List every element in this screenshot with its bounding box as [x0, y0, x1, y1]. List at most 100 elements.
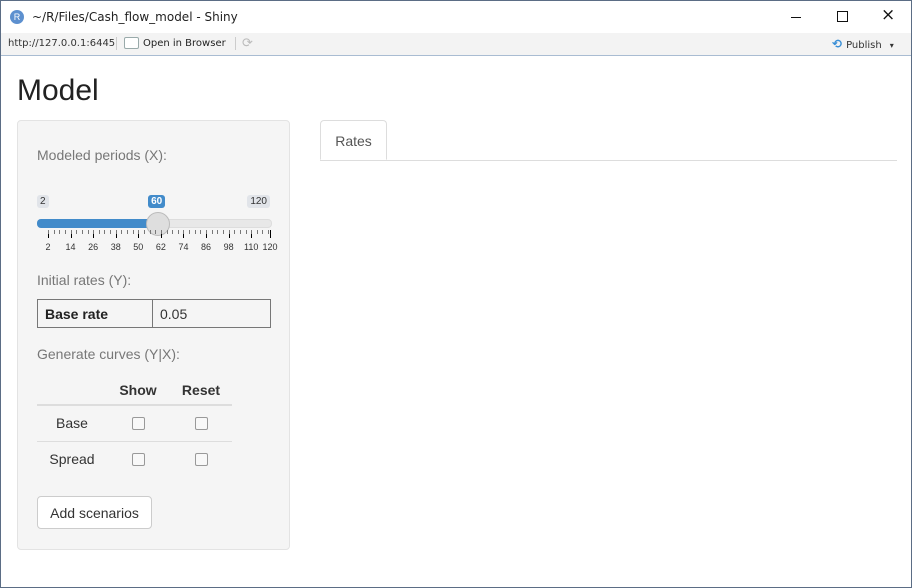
- slider-minor-tick: [239, 230, 241, 234]
- slider-minor-tick: [110, 230, 112, 234]
- spread-reset-checkbox[interactable]: [194, 453, 208, 466]
- slider-minor-tick: [206, 230, 208, 234]
- add-scenarios-button[interactable]: Add scenarios: [37, 496, 152, 529]
- slider-minor-tick: [64, 230, 66, 234]
- slider-minor-tick: [177, 230, 179, 234]
- chevron-down-icon[interactable]: ▾: [890, 41, 894, 50]
- slider-minor-tick: [222, 230, 224, 234]
- maximize-icon: [837, 11, 848, 22]
- slider-minor-tick: [245, 230, 247, 234]
- slider-minor-tick: [194, 230, 196, 234]
- slider-minor-tick: [155, 230, 157, 234]
- slider-minor-tick: [53, 230, 55, 234]
- table-row: Base: [37, 406, 232, 442]
- slider-minor-tick: [166, 230, 168, 234]
- close-icon: ×: [881, 5, 896, 25]
- row-label: Base: [56, 415, 88, 431]
- slider-minor-tick: [189, 230, 191, 234]
- slider-minor-tick: [70, 230, 72, 234]
- slider-minor-tick: [228, 230, 230, 234]
- slider-minor-tick: [256, 230, 258, 234]
- row-label: Spread: [49, 451, 95, 467]
- curves-table-header: Show Reset: [37, 374, 232, 406]
- base-reset-checkbox[interactable]: [194, 417, 208, 430]
- window-title: ~/R/Files/Cash_flow_model - Shiny: [32, 10, 238, 24]
- title-bar: R ~/R/Files/Cash_flow_model - Shiny ×: [1, 1, 911, 33]
- page-title: Model: [17, 74, 99, 107]
- browser-icon: [124, 37, 139, 49]
- slider-minor-tick: [48, 230, 49, 234]
- slider-minor-tick: [149, 230, 151, 234]
- sidebar-panel: Modeled periods (X): 2 60 120 2 14 26 38 50 6…: [17, 120, 290, 550]
- spread-show-checkbox[interactable]: [131, 453, 145, 466]
- toolbar-divider: [116, 37, 117, 50]
- slider-minor-tick: [143, 230, 145, 234]
- slider-tick-label: 14: [65, 242, 76, 252]
- slider-minor-tick: [262, 230, 264, 234]
- slider-minor-tick: [59, 230, 61, 234]
- close-button[interactable]: ×: [865, 1, 911, 33]
- rstudio-viewer-window: R ~/R/Files/Cash_flow_model - Shiny × ht…: [0, 0, 912, 588]
- slider-minor-tick: [183, 230, 185, 234]
- minimize-icon: [791, 17, 801, 18]
- rate-table: Base rate 0.05: [37, 299, 271, 328]
- slider-tick-label: 86: [201, 242, 212, 252]
- slider-minor-tick: [268, 230, 270, 234]
- slider-tick-label: 120: [262, 242, 278, 252]
- slider-tick-label: 2: [45, 242, 51, 252]
- viewer-toolbar: http://127.0.0.1:6445 Open in Browser ⟳ …: [1, 33, 911, 56]
- slider-minor-tick: [234, 230, 236, 234]
- slider-tick-label: 50: [133, 242, 144, 252]
- base-rate-value[interactable]: 0.05: [153, 300, 270, 327]
- slider-minor-tick: [251, 230, 253, 234]
- slider-minor-tick: [81, 230, 83, 234]
- slider-major-tick: [270, 230, 271, 238]
- slider-tick-label: 62: [155, 242, 166, 252]
- slider-minor-tick: [211, 230, 213, 234]
- slider-minor-tick: [98, 230, 100, 234]
- slider-minor-tick: [200, 230, 202, 234]
- slider-minor-tick: [172, 230, 174, 234]
- reset-column-header: Reset: [181, 382, 221, 398]
- slider-fill: [37, 219, 158, 228]
- publish-icon: ⟲: [832, 37, 843, 51]
- slider-tick-label: 98: [223, 242, 234, 252]
- open-in-browser-button[interactable]: Open in Browser: [124, 37, 226, 49]
- url-display: http://127.0.0.1:6445: [8, 38, 116, 49]
- curves-label: Generate curves (Y|X):: [37, 346, 180, 362]
- app-content: Model Modeled periods (X): 2 60 120 2 14 2…: [1, 56, 911, 587]
- slider-minor-tick: [121, 230, 123, 234]
- open-in-browser-label: Open in Browser: [143, 38, 226, 49]
- slider-tick-label: 110: [243, 242, 259, 252]
- slider-max-label: 120: [247, 195, 270, 208]
- slider-min-label: 2: [37, 195, 49, 208]
- r-logo-icon: R: [10, 10, 24, 24]
- toolbar-divider: [235, 37, 236, 50]
- show-column-header: Show: [119, 382, 157, 398]
- slider-value-label: 60: [148, 195, 166, 208]
- refresh-icon[interactable]: ⟳: [242, 35, 253, 51]
- slider-minor-tick: [127, 230, 129, 234]
- slider-tick-label: 74: [178, 242, 189, 252]
- minimize-button[interactable]: [773, 1, 819, 33]
- slider-tick-label: 38: [110, 242, 121, 252]
- slider-minor-tick: [160, 230, 162, 234]
- slider-minor-tick: [87, 230, 89, 234]
- periods-label: Modeled periods (X):: [37, 147, 167, 163]
- slider-minor-tick: [132, 230, 134, 234]
- slider-minor-tick: [104, 230, 106, 234]
- tab-bar: Rates: [320, 120, 897, 161]
- curves-table: Show Reset Base Spread: [37, 374, 232, 477]
- periods-slider[interactable]: 2 60 120 2 14 26 38 50 62 74 86 98 110 120: [37, 194, 278, 254]
- publish-button[interactable]: ⟲ Publish ▾: [832, 37, 894, 51]
- publish-label: Publish: [846, 40, 882, 51]
- slider-minor-tick: [115, 230, 117, 234]
- base-show-checkbox[interactable]: [131, 417, 145, 430]
- slider-minor-tick: [93, 230, 95, 234]
- slider-minor-tick: [217, 230, 219, 234]
- maximize-button[interactable]: [819, 1, 865, 33]
- slider-ticks: 2 14 26 38 50 62 74 86 98 110 120: [37, 230, 278, 254]
- tab-rates[interactable]: Rates: [320, 120, 387, 160]
- rates-label: Initial rates (Y):: [37, 272, 132, 288]
- base-rate-key: Base rate: [38, 300, 153, 327]
